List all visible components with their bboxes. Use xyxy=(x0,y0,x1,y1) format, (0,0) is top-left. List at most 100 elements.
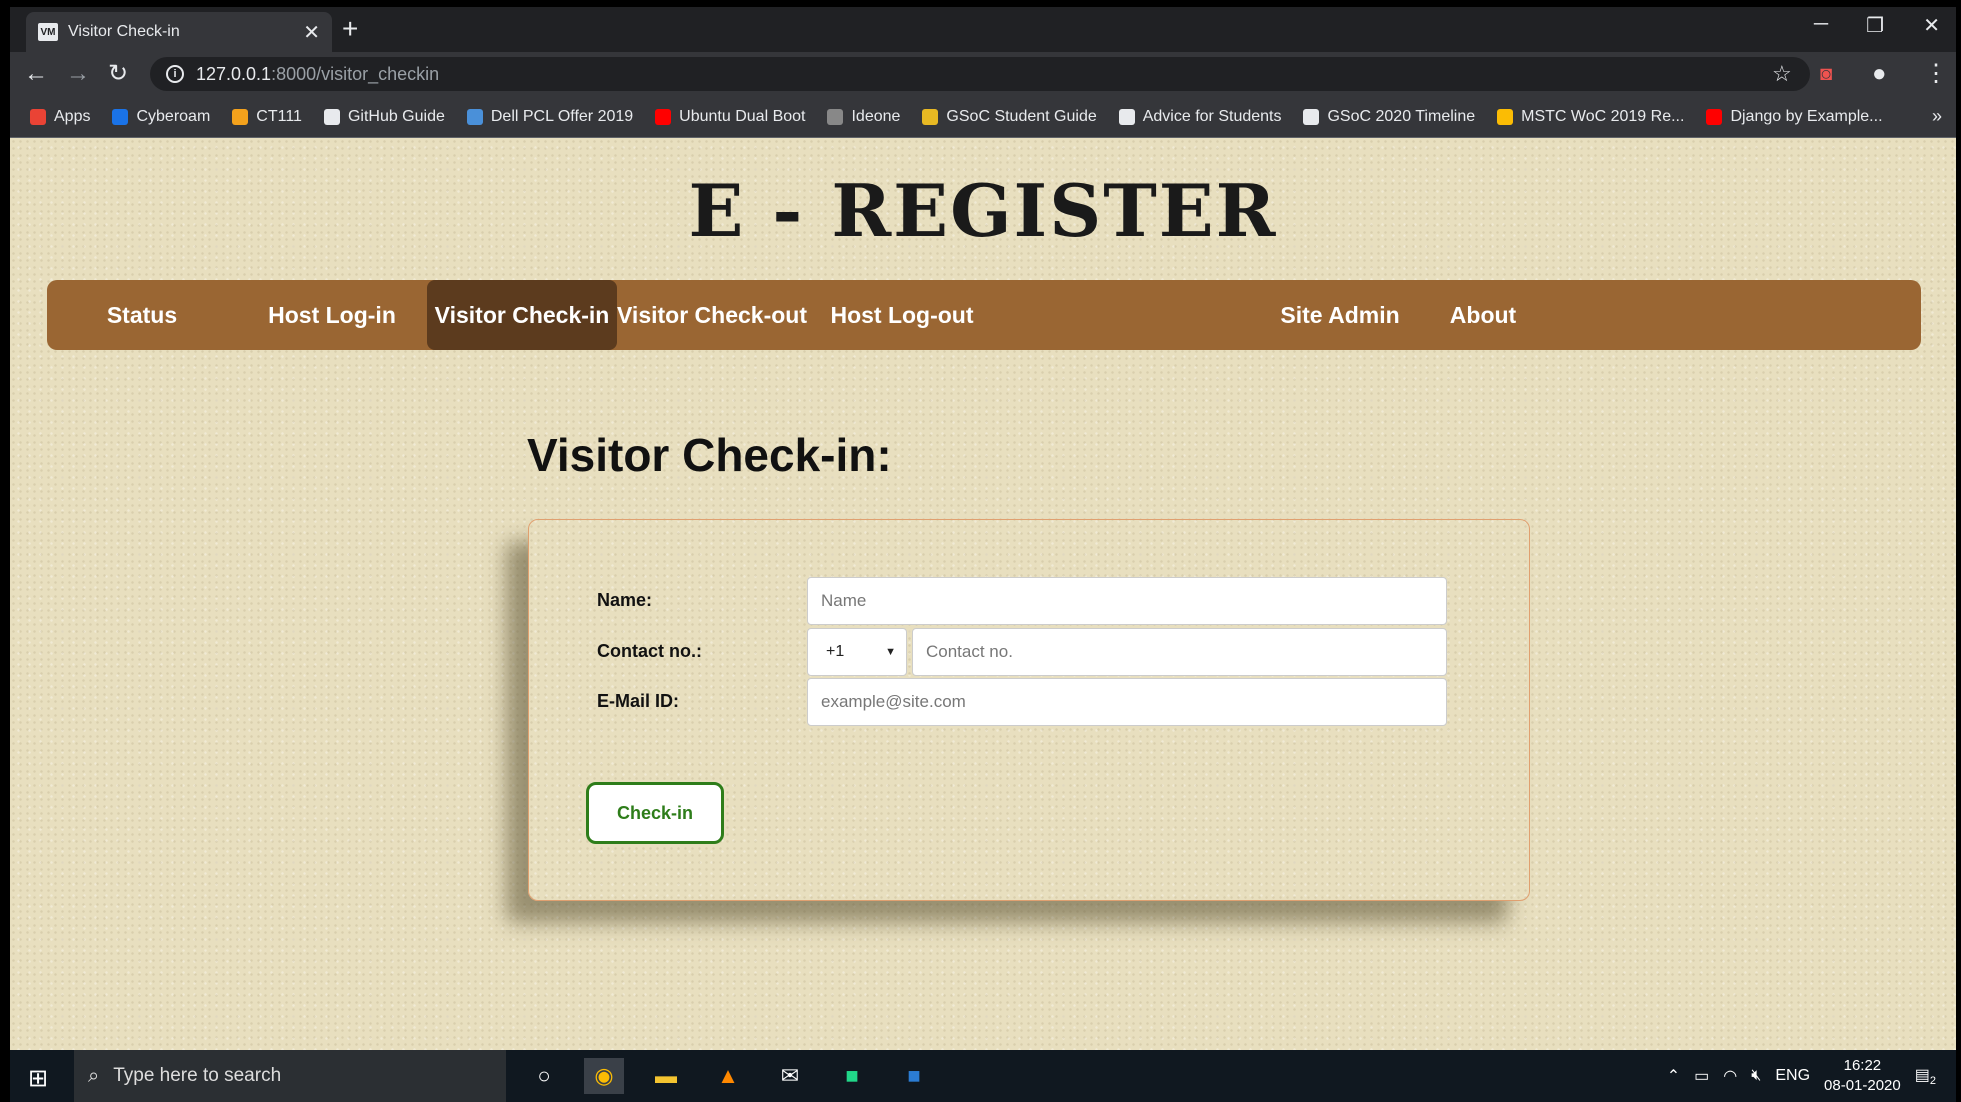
page-title: Visitor Check-in: xyxy=(527,429,892,481)
bookmarks-bar: Apps Cyberoam CT111 GitHub Guide Dell PCL Of… xyxy=(10,96,1956,138)
clock-time: 16:22 xyxy=(1843,1057,1882,1074)
nav-host-log-out[interactable]: Host Log-out xyxy=(807,280,997,350)
bookmark-label: Dell PCL Offer 2019 xyxy=(490,107,634,125)
language-indicator[interactable]: ENG xyxy=(1775,1067,1810,1085)
tab-strip: VM Visitor Check-in ✕ + ─ ❐ ✕ xyxy=(10,7,1956,52)
bookmark-item[interactable]: Cyberoam xyxy=(112,108,210,126)
battery-icon[interactable]: ▭ xyxy=(1694,1066,1709,1086)
bookmark-label: Cyberoam xyxy=(136,107,211,125)
apps-grid-icon xyxy=(30,108,46,125)
bookmark-label: Ubuntu Dual Boot xyxy=(679,107,806,125)
checkin-button[interactable]: Check-in xyxy=(586,782,724,844)
taskbar-search[interactable]: ⌕ Type here to search xyxy=(74,1050,506,1102)
search-placeholder: Type here to search xyxy=(113,1065,282,1086)
mail-icon[interactable]: ✉ xyxy=(770,1058,810,1094)
chevron-down-icon: ▼ xyxy=(885,646,896,658)
browser-toolbar: ← → ↻ i 127.0.0.1:8000/visitor_checkin ☆… xyxy=(10,52,1956,96)
country-code-value: +1 xyxy=(826,643,845,660)
new-tab-icon[interactable]: + xyxy=(342,15,358,43)
bookmark-item[interactable]: MSTC WoC 2019 Re... xyxy=(1497,108,1684,126)
bookmark-item[interactable]: Dell PCL Offer 2019 xyxy=(466,107,634,126)
bookmark-item[interactable]: Advice for Students xyxy=(1118,107,1282,126)
ideone-icon xyxy=(827,108,844,125)
bookmark-label: GitHub Guide xyxy=(347,107,445,125)
name-label: Name: xyxy=(597,590,653,610)
bookmark-label: Django by Example... xyxy=(1730,107,1883,125)
nav-about[interactable]: About xyxy=(1423,280,1543,350)
site-info-icon[interactable]: i xyxy=(166,65,184,83)
wifi-icon[interactable]: ◠ xyxy=(1723,1066,1737,1086)
ct111-icon xyxy=(232,108,249,125)
checkin-form-card: Name: Contact no.: +1 ▼ E-Mail ID: Check… xyxy=(528,519,1530,901)
code-icon xyxy=(1303,108,1320,125)
dell-icon xyxy=(466,108,483,125)
reload-icon[interactable]: ↻ xyxy=(108,60,128,88)
github-icon xyxy=(323,108,340,125)
email-input[interactable] xyxy=(807,678,1447,726)
bookmarks-overflow-icon[interactable]: » xyxy=(1932,106,1942,127)
bookmark-label: CT111 xyxy=(256,107,302,125)
clock-date: 08-01-2020 xyxy=(1824,1077,1901,1094)
notifications-icon[interactable]: ▤2 xyxy=(1915,1065,1936,1087)
chrome-icon[interactable]: ◉ xyxy=(584,1058,624,1094)
url-host: 127.0.0.1 xyxy=(196,63,272,84)
address-bar[interactable]: i 127.0.0.1:8000/visitor_checkin xyxy=(150,57,1810,91)
clock[interactable]: 16:22 08-01-2020 xyxy=(1824,1056,1901,1096)
bookmark-item[interactable]: Apps xyxy=(30,108,90,126)
menu-kebab-icon[interactable]: ⋮ xyxy=(1924,60,1948,88)
bookmark-label: Ideone xyxy=(851,107,901,125)
search-icon: ⌕ xyxy=(88,1064,100,1087)
bookmark-item[interactable]: Django by Example... xyxy=(1706,107,1883,126)
gsoc-icon xyxy=(922,108,939,125)
bookmark-label: GSoC 2020 Timeline xyxy=(1327,107,1476,125)
country-code-select[interactable]: +1 ▼ xyxy=(807,628,907,676)
minimize-icon[interactable]: ─ xyxy=(1814,13,1828,36)
bookmark-item[interactable]: GSoC 2020 Timeline xyxy=(1303,108,1475,126)
youtube-icon xyxy=(1706,108,1723,125)
back-icon[interactable]: ← xyxy=(24,60,48,88)
window-close-icon[interactable]: ✕ xyxy=(1923,13,1940,38)
star-icon[interactable]: ☆ xyxy=(1772,60,1792,88)
cortana-icon[interactable]: ○ xyxy=(524,1058,564,1094)
system-tray: ⌃ ▭ ◠ 🔇︎ ENG 16:22 08-01-2020 ▤2 xyxy=(1667,1050,1936,1102)
bookmark-item[interactable]: CT111 xyxy=(232,108,302,126)
bookmark-label: Apps xyxy=(54,107,91,125)
notification-count: 2 xyxy=(1929,1075,1936,1088)
contact-input[interactable] xyxy=(912,628,1447,676)
nav-visitor-check-in[interactable]: Visitor Check-in xyxy=(427,280,617,350)
email-label: E-Mail ID: xyxy=(597,691,680,711)
bookmark-label: Advice for Students xyxy=(1142,107,1282,125)
bookmark-item[interactable]: Ideone xyxy=(827,108,900,126)
close-tab-icon[interactable]: ✕ xyxy=(303,20,320,45)
bookmark-item[interactable]: Ubuntu Dual Boot xyxy=(655,108,805,126)
browser-tab[interactable]: VM Visitor Check-in ✕ xyxy=(26,12,332,52)
page-content: E - REGISTER Status Host Log-in Visitor Ch… xyxy=(10,138,1956,1050)
nav-site-admin[interactable]: Site Admin xyxy=(1245,280,1435,350)
forward-icon[interactable]: → xyxy=(66,60,90,88)
tab-favicon: VM xyxy=(38,23,58,41)
bookmark-item[interactable]: GitHub Guide xyxy=(323,107,445,126)
chevron-up-icon[interactable]: ⌃ xyxy=(1667,1066,1680,1086)
word-icon[interactable]: ■ xyxy=(894,1058,934,1094)
nav-host-log-in[interactable]: Host Log-in xyxy=(237,280,427,350)
file-explorer-icon[interactable]: ▬ xyxy=(646,1058,686,1094)
volume-muted-icon[interactable]: 🔇︎ xyxy=(1751,1067,1761,1085)
profile-icon[interactable]: ● xyxy=(1872,60,1887,88)
cyberoam-icon xyxy=(112,108,129,125)
windows-start-icon[interactable]: ⊞ xyxy=(28,1064,48,1093)
taskbar: ⊞ ⌕ Type here to search ○ ◉ ▬ ▲ ✉ ■ ■ ⌃ … xyxy=(10,1050,1956,1102)
browser-window: VM Visitor Check-in ✕ + ─ ❐ ✕ ← → ↻ i 12… xyxy=(10,7,1956,138)
nav-status[interactable]: Status xyxy=(47,280,237,350)
code-icon xyxy=(1118,108,1135,125)
pycharm-icon[interactable]: ■ xyxy=(832,1058,872,1094)
nav-visitor-check-out[interactable]: Visitor Check-out xyxy=(617,280,807,350)
url-path: :8000/visitor_checkin xyxy=(271,63,440,84)
main-nav: Status Host Log-in Visitor Check-in Visitor… xyxy=(47,280,1921,350)
bookmark-item[interactable]: GSoC Student Guide xyxy=(922,108,1097,126)
bookmark-label: MSTC WoC 2019 Re... xyxy=(1521,107,1685,125)
youtube-icon xyxy=(655,108,672,125)
vlc-icon[interactable]: ▲ xyxy=(708,1058,748,1094)
restore-icon[interactable]: ❐ xyxy=(1866,13,1884,38)
pocket-icon[interactable]: ◙ xyxy=(1820,60,1832,88)
name-input[interactable] xyxy=(807,577,1447,625)
